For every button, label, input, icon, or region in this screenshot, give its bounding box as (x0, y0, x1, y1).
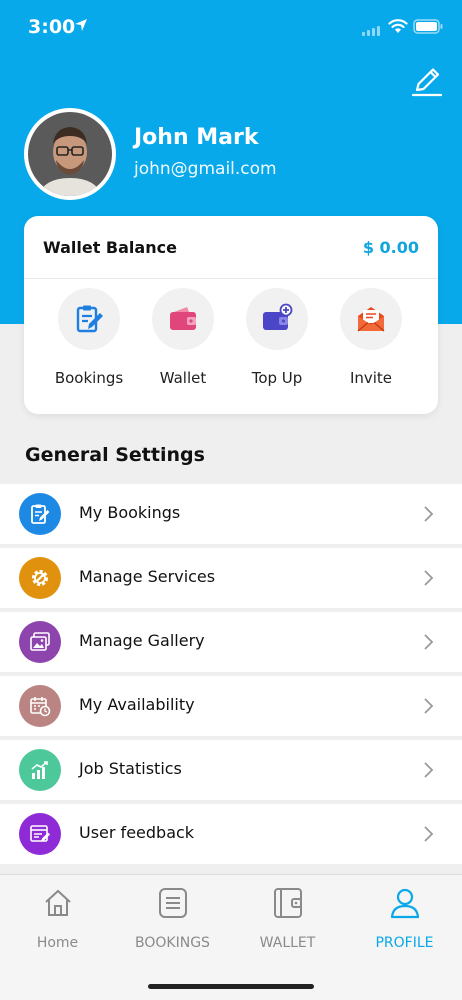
calendar-clock-icon (30, 697, 51, 717)
envelope-icon (357, 307, 385, 332)
menu-item-label: My Bookings (79, 503, 181, 522)
home-indicator (148, 984, 314, 989)
tab-label: PROFILE (375, 935, 434, 951)
wallet-balance-value: $ 0.00 (362, 238, 419, 257)
wallet-icon (273, 888, 302, 918)
quick-action-label: Invite (349, 369, 393, 387)
profile-name: John Mark (134, 125, 259, 150)
tab-wallet[interactable]: WALLET (230, 887, 345, 951)
quick-action-label: Wallet (159, 369, 207, 387)
status-time: 3:00 (28, 16, 76, 38)
bar-chart-icon (31, 761, 48, 779)
section-title: General Settings (25, 444, 205, 466)
list-icon (158, 888, 187, 918)
home-icon (44, 889, 71, 916)
chevron-right-icon (424, 506, 434, 522)
avatar[interactable] (24, 108, 116, 200)
user-photo (28, 112, 112, 196)
menu-item-label: Manage Services (79, 567, 216, 586)
menu-item-label: Manage Gallery (79, 631, 205, 650)
menu-icon-bg (19, 749, 61, 791)
quick-action-top-up[interactable]: Top Up (225, 288, 329, 398)
tab-label: BOOKINGS (135, 935, 210, 951)
menu-icon-bg (19, 685, 61, 727)
chevron-right-icon (424, 762, 434, 778)
menu-item-my-availability[interactable]: My Availability (0, 676, 462, 736)
menu-icon-bg (19, 493, 61, 535)
menu-item-manage-services[interactable]: Manage Services (0, 548, 462, 608)
wallet-balance-label: Wallet Balance (43, 238, 177, 257)
wallet-icon (170, 307, 196, 330)
quick-action-invite[interactable]: Invite (319, 288, 423, 398)
tab-bookings[interactable]: BOOKINGS (115, 887, 230, 951)
location-arrow-icon (75, 19, 87, 31)
divider (24, 278, 438, 279)
quick-action-label: Bookings (54, 369, 124, 387)
menu-item-label: User feedback (79, 823, 195, 842)
edit-profile-button[interactable] (410, 64, 444, 98)
menu-item-label: Job Statistics (79, 759, 182, 778)
menu-icon-bg (19, 813, 61, 855)
menu-item-manage-gallery[interactable]: Manage Gallery (0, 612, 462, 672)
general-settings-list: My Bookings Manage Services Manage Galle… (0, 484, 462, 868)
chevron-right-icon (424, 570, 434, 586)
menu-item-job-statistics[interactable]: Job Statistics (0, 740, 462, 800)
tab-profile[interactable]: PROFILE (347, 887, 462, 951)
clipboard-edit-icon (76, 305, 103, 333)
chevron-right-icon (424, 698, 434, 714)
wifi-icon (388, 19, 408, 33)
battery-icon (413, 19, 443, 34)
quick-action-bookings[interactable]: Bookings (37, 288, 141, 398)
gear-wrench-icon (32, 570, 48, 586)
wallet-plus-icon (263, 303, 293, 330)
chevron-right-icon (424, 826, 434, 842)
quick-action-label: Top Up (251, 369, 303, 387)
profile-email: john@gmail.com (134, 159, 277, 179)
pencil-icon (411, 68, 443, 97)
wallet-card: Wallet Balance $ 0.00 Bookings Wallet To… (24, 216, 438, 414)
status-bar: 3:00 (0, 0, 462, 56)
user-icon (390, 888, 419, 919)
chevron-right-icon (424, 634, 434, 650)
menu-icon-bg (19, 557, 61, 599)
tab-label: WALLET (259, 935, 316, 951)
clipboard-edit-icon (31, 504, 50, 524)
quick-action-wallet[interactable]: Wallet (131, 288, 235, 398)
signal-icon (362, 26, 380, 36)
menu-item-user-feedback[interactable]: User feedback (0, 804, 462, 864)
tab-bar: Home BOOKINGS WALLET PROFILE (0, 874, 462, 1000)
gallery-icon (30, 632, 50, 651)
feedback-icon (30, 825, 50, 842)
menu-item-label: My Availability (79, 695, 195, 714)
tab-label: Home (36, 935, 79, 951)
menu-item-my-bookings[interactable]: My Bookings (0, 484, 462, 544)
tab-home[interactable]: Home (0, 887, 115, 951)
menu-icon-bg (19, 621, 61, 663)
